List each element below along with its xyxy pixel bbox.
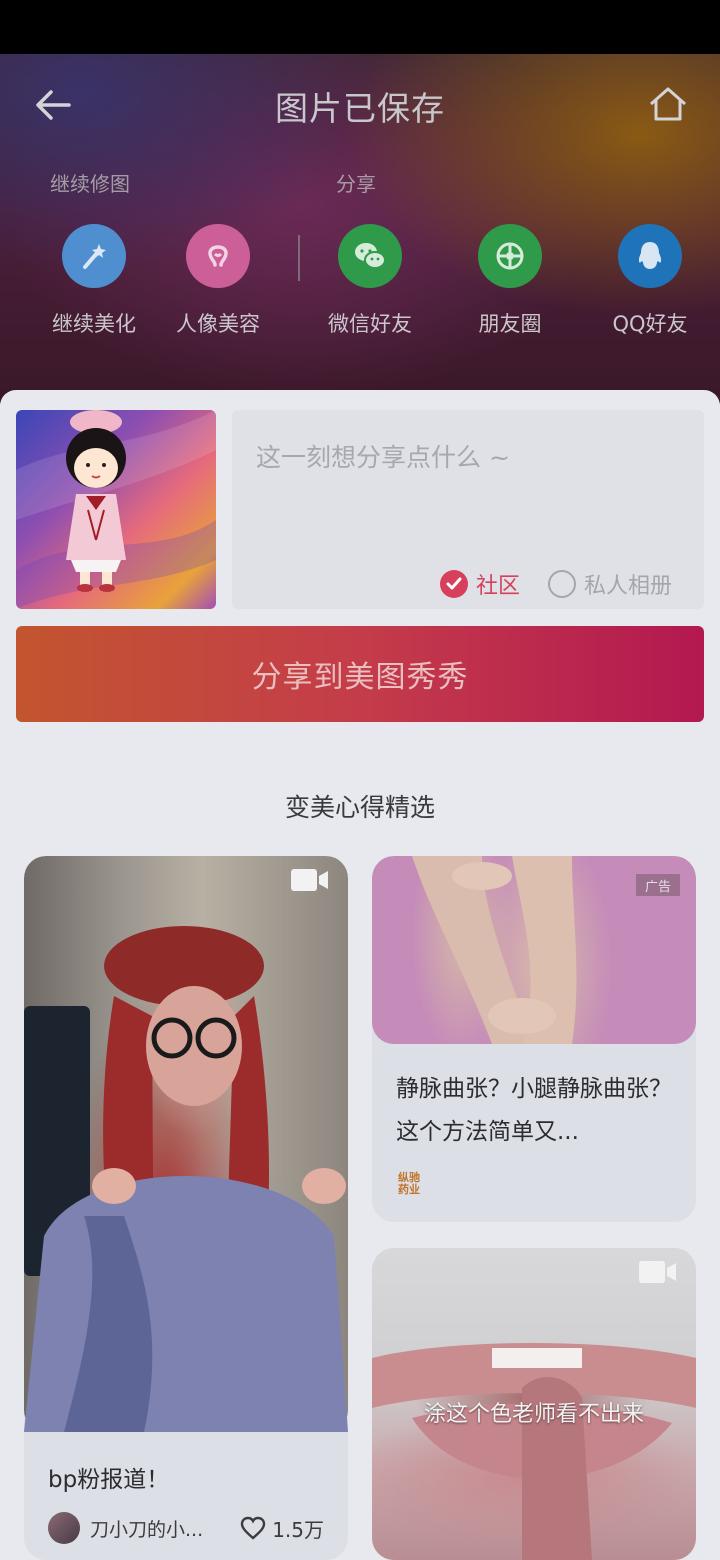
cartoon-girl-icon	[16, 410, 216, 609]
qq-friend-button[interactable]: QQ好友	[580, 224, 720, 338]
check-icon	[440, 570, 468, 598]
action-label: QQ好友	[612, 312, 688, 336]
page-title: 图片已保存	[275, 89, 445, 128]
moments-button[interactable]: 朋友圈	[440, 224, 580, 338]
top-bar: 图片已保存	[0, 54, 720, 154]
video-frame-image	[24, 926, 348, 1432]
face-icon	[186, 224, 250, 288]
action-label: 朋友圈	[478, 312, 542, 336]
like-button[interactable]: 1.5万	[240, 1514, 324, 1543]
feed-card-ad[interactable]: 广告 静脉曲张？小腿静脉曲张？这个方法简单又... 纵驰药业	[372, 856, 696, 1222]
card-image: 广告	[372, 856, 696, 1044]
feed-title: 变美心得精选	[284, 793, 435, 822]
private-album-option-label: 私人相册	[584, 574, 673, 599]
feed-card[interactable]: bp粉报道！ 刀小刀的小... 1.5万	[24, 856, 348, 1560]
card-description: 静脉曲张？小腿静脉曲张？这个方法简单又...	[396, 1076, 672, 1145]
continue-beautify-button[interactable]: 继续美化	[24, 224, 164, 338]
community-option-label: 社区	[476, 574, 521, 599]
share-section-label: 分享	[336, 172, 376, 196]
brand-logo: 纵驰药业	[398, 1172, 424, 1196]
card-image	[24, 856, 348, 1432]
card-description: bp粉报道！	[48, 1467, 170, 1493]
qq-icon	[618, 224, 682, 288]
saved-image-thumbnail[interactable]	[16, 410, 216, 609]
video-icon	[291, 869, 328, 891]
action-label: 人像美容	[176, 312, 260, 336]
home-button[interactable]	[644, 80, 692, 128]
avatar[interactable]	[48, 1512, 80, 1544]
status-bar	[0, 0, 720, 54]
wechat-icon	[338, 224, 402, 288]
radio-empty-icon	[548, 570, 576, 598]
video-icon	[639, 1261, 676, 1283]
action-label: 微信好友	[328, 312, 412, 336]
magic-wand-icon	[62, 224, 126, 288]
moments-icon	[478, 224, 542, 288]
action-label: 继续美化	[52, 312, 136, 336]
compose-placeholder: 这一刻想分享点什么 ~	[256, 443, 510, 472]
like-count: 1.5万	[272, 1517, 324, 1542]
share-to-meitu-button[interactable]: 分享到美图秀秀	[16, 626, 704, 722]
compose-box[interactable]: 这一刻想分享点什么 ~ 社区 私人相册	[232, 410, 704, 609]
wechat-friend-button[interactable]: 微信好友	[300, 224, 440, 338]
heart-icon	[240, 1516, 266, 1540]
home-icon	[650, 87, 686, 121]
card-meta: 刀小刀的小... 1.5万	[48, 1512, 324, 1544]
author-name[interactable]: 刀小刀的小...	[90, 1515, 220, 1542]
card-caption: 涂这个色老师看不出来	[423, 1402, 644, 1427]
ad-badge: 广告	[636, 874, 680, 896]
card-image: 涂这个色老师看不出来	[372, 1248, 696, 1560]
portrait-beauty-button[interactable]: 人像美容	[148, 224, 288, 338]
continue-editing-label: 继续修图	[50, 172, 130, 196]
private-album-option[interactable]: 私人相册	[548, 568, 672, 600]
brand-logo-text: 纵驰药业	[398, 1171, 420, 1196]
feed-card[interactable]: 涂这个色老师看不出来	[372, 1248, 696, 1560]
community-option[interactable]: 社区	[440, 568, 520, 600]
